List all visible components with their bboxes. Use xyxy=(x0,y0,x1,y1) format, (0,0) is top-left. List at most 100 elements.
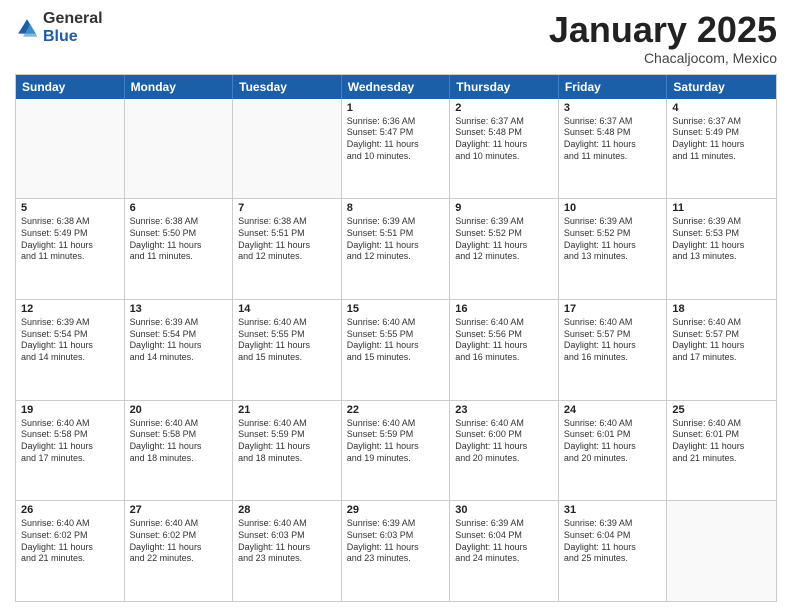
header-cell-saturday: Saturday xyxy=(667,75,776,99)
header-cell-friday: Friday xyxy=(559,75,668,99)
calendar-cell: 10Sunrise: 6:39 AM Sunset: 5:52 PM Dayli… xyxy=(559,199,668,299)
calendar-cell: 16 Sunrise: 6:40 AM Sunset: 5:56 PM Dayli… xyxy=(450,300,559,400)
cell-info: Sunrise: 6:38 AM Sunset: 5:51 PM Dayligh… xyxy=(238,216,336,263)
calendar-row-1: 5 Sunrise: 6:38 AM Sunset: 5:49 PM Daylig… xyxy=(16,198,776,299)
header: General Blue January 2025 Chacaljocom, M… xyxy=(15,10,777,66)
cell-date: 13 xyxy=(130,303,228,315)
calendar-cell: 6Sunrise: 6:38 AM Sunset: 5:50 PM Daylig… xyxy=(125,199,234,299)
cell-date: 30 xyxy=(455,504,553,516)
cell-info: Sunrise: 6:40 AM Sunset: 6:02 PM Dayligh… xyxy=(130,518,228,565)
cell-date: 24 xyxy=(564,404,662,416)
cell-date: 4 xyxy=(672,102,771,114)
cell-date: 12 xyxy=(21,303,119,315)
calendar-cell: 30 Sunrise: 6:39 AM Sunset: 6:04 PM Dayli… xyxy=(450,501,559,601)
cell-date: 22 xyxy=(347,404,445,416)
cell-info: Sunrise: 6:40 AM Sunset: 6:00 PM Dayligh… xyxy=(455,418,553,465)
calendar-cell: 2Sunrise: 6:37 AM Sunset: 5:48 PM Daylig… xyxy=(450,99,559,199)
cell-info: Sunrise: 6:36 AM Sunset: 5:47 PM Dayligh… xyxy=(347,116,445,163)
cell-date: 29 xyxy=(347,504,445,516)
cell-info: Sunrise: 6:40 AM Sunset: 6:02 PM Dayligh… xyxy=(21,518,119,565)
calendar-cell: 22 Sunrise: 6:40 AM Sunset: 5:59 PM Dayli… xyxy=(342,401,451,501)
calendar-cell: 20Sunrise: 6:40 AM Sunset: 5:58 PM Dayli… xyxy=(125,401,234,501)
calendar-cell: 27 Sunrise: 6:40 AM Sunset: 6:02 PM Dayli… xyxy=(125,501,234,601)
cell-info: Sunrise: 6:38 AM Sunset: 5:49 PM Dayligh… xyxy=(21,216,119,263)
logo-blue: Blue xyxy=(43,28,103,46)
calendar-cell: 9 Sunrise: 6:39 AM Sunset: 5:52 PM Daylig… xyxy=(450,199,559,299)
cell-info: Sunrise: 6:40 AM Sunset: 5:56 PM Dayligh… xyxy=(455,317,553,364)
calendar: SundayMondayTuesdayWednesdayThursdayFrid… xyxy=(15,74,777,602)
cell-info: Sunrise: 6:39 AM Sunset: 6:04 PM Dayligh… xyxy=(564,518,662,565)
calendar-cell: 7Sunrise: 6:38 AM Sunset: 5:51 PM Daylig… xyxy=(233,199,342,299)
calendar-body: 1Sunrise: 6:36 AM Sunset: 5:47 PM Daylig… xyxy=(16,99,776,601)
cell-date: 15 xyxy=(347,303,445,315)
cell-info: Sunrise: 6:40 AM Sunset: 5:55 PM Dayligh… xyxy=(347,317,445,364)
cell-info: Sunrise: 6:40 AM Sunset: 5:55 PM Dayligh… xyxy=(238,317,336,364)
calendar-cell: 3 Sunrise: 6:37 AM Sunset: 5:48 PM Daylig… xyxy=(559,99,668,199)
month-title: January 2025 xyxy=(549,10,777,50)
calendar-cell: 26 Sunrise: 6:40 AM Sunset: 6:02 PM Dayli… xyxy=(16,501,125,601)
cell-info: Sunrise: 6:39 AM Sunset: 5:54 PM Dayligh… xyxy=(21,317,119,364)
cell-date: 6 xyxy=(130,202,228,214)
cell-info: Sunrise: 6:39 AM Sunset: 5:51 PM Dayligh… xyxy=(347,216,445,263)
cell-date: 31 xyxy=(564,504,662,516)
cell-info: Sunrise: 6:39 AM Sunset: 5:52 PM Dayligh… xyxy=(455,216,553,263)
cell-info: Sunrise: 6:37 AM Sunset: 5:48 PM Dayligh… xyxy=(455,116,553,163)
cell-date: 21 xyxy=(238,404,336,416)
cell-date: 19 xyxy=(21,404,119,416)
calendar-row-2: 12 Sunrise: 6:39 AM Sunset: 5:54 PM Dayli… xyxy=(16,299,776,400)
calendar-cell: 4 Sunrise: 6:37 AM Sunset: 5:49 PM Daylig… xyxy=(667,99,776,199)
cell-date: 23 xyxy=(455,404,553,416)
calendar-cell: 13Sunrise: 6:39 AM Sunset: 5:54 PM Dayli… xyxy=(125,300,234,400)
calendar-cell: 14 Sunrise: 6:40 AM Sunset: 5:55 PM Dayli… xyxy=(233,300,342,400)
calendar-cell xyxy=(233,99,342,199)
calendar-row-4: 26 Sunrise: 6:40 AM Sunset: 6:02 PM Dayli… xyxy=(16,500,776,601)
cell-date: 18 xyxy=(672,303,771,315)
cell-date: 14 xyxy=(238,303,336,315)
calendar-cell: 25 Sunrise: 6:40 AM Sunset: 6:01 PM Dayli… xyxy=(667,401,776,501)
cell-date: 25 xyxy=(672,404,771,416)
calendar-cell: 29 Sunrise: 6:39 AM Sunset: 6:03 PM Dayli… xyxy=(342,501,451,601)
cell-date: 10 xyxy=(564,202,662,214)
calendar-cell: 11 Sunrise: 6:39 AM Sunset: 5:53 PM Dayli… xyxy=(667,199,776,299)
cell-date: 5 xyxy=(21,202,119,214)
cell-date: 27 xyxy=(130,504,228,516)
calendar-cell: 31 Sunrise: 6:39 AM Sunset: 6:04 PM Dayli… xyxy=(559,501,668,601)
calendar-cell xyxy=(667,501,776,601)
cell-info: Sunrise: 6:40 AM Sunset: 6:03 PM Dayligh… xyxy=(238,518,336,565)
calendar-cell: 17 Sunrise: 6:40 AM Sunset: 5:57 PM Dayli… xyxy=(559,300,668,400)
cell-date: 3 xyxy=(564,102,662,114)
calendar-cell: 28Sunrise: 6:40 AM Sunset: 6:03 PM Dayli… xyxy=(233,501,342,601)
calendar-cell: 18 Sunrise: 6:40 AM Sunset: 5:57 PM Dayli… xyxy=(667,300,776,400)
cell-info: Sunrise: 6:40 AM Sunset: 5:58 PM Dayligh… xyxy=(21,418,119,465)
cell-date: 16 xyxy=(455,303,553,315)
cell-info: Sunrise: 6:37 AM Sunset: 5:49 PM Dayligh… xyxy=(672,116,771,163)
calendar-cell xyxy=(125,99,234,199)
header-cell-sunday: Sunday xyxy=(16,75,125,99)
cell-date: 9 xyxy=(455,202,553,214)
calendar-cell: 12 Sunrise: 6:39 AM Sunset: 5:54 PM Dayli… xyxy=(16,300,125,400)
cell-date: 17 xyxy=(564,303,662,315)
logo: General Blue xyxy=(15,10,103,45)
header-cell-tuesday: Tuesday xyxy=(233,75,342,99)
cell-info: Sunrise: 6:39 AM Sunset: 5:53 PM Dayligh… xyxy=(672,216,771,263)
cell-date: 26 xyxy=(21,504,119,516)
cell-info: Sunrise: 6:40 AM Sunset: 5:57 PM Dayligh… xyxy=(672,317,771,364)
location-subtitle: Chacaljocom, Mexico xyxy=(549,50,777,66)
calendar-cell: 19 Sunrise: 6:40 AM Sunset: 5:58 PM Dayli… xyxy=(16,401,125,501)
logo-text: General Blue xyxy=(43,10,103,45)
cell-info: Sunrise: 6:40 AM Sunset: 5:57 PM Dayligh… xyxy=(564,317,662,364)
calendar-cell xyxy=(16,99,125,199)
cell-info: Sunrise: 6:39 AM Sunset: 6:04 PM Dayligh… xyxy=(455,518,553,565)
calendar-cell: 15 Sunrise: 6:40 AM Sunset: 5:55 PM Dayli… xyxy=(342,300,451,400)
cell-info: Sunrise: 6:40 AM Sunset: 6:01 PM Dayligh… xyxy=(672,418,771,465)
calendar-row-3: 19 Sunrise: 6:40 AM Sunset: 5:58 PM Dayli… xyxy=(16,400,776,501)
cell-info: Sunrise: 6:37 AM Sunset: 5:48 PM Dayligh… xyxy=(564,116,662,163)
logo-icon xyxy=(15,16,39,40)
cell-date: 11 xyxy=(672,202,771,214)
cell-info: Sunrise: 6:40 AM Sunset: 5:58 PM Dayligh… xyxy=(130,418,228,465)
cell-info: Sunrise: 6:40 AM Sunset: 5:59 PM Dayligh… xyxy=(347,418,445,465)
calendar-cell: 8Sunrise: 6:39 AM Sunset: 5:51 PM Daylig… xyxy=(342,199,451,299)
cell-info: Sunrise: 6:40 AM Sunset: 5:59 PM Dayligh… xyxy=(238,418,336,465)
cell-info: Sunrise: 6:39 AM Sunset: 6:03 PM Dayligh… xyxy=(347,518,445,565)
calendar-cell: 21 Sunrise: 6:40 AM Sunset: 5:59 PM Dayli… xyxy=(233,401,342,501)
